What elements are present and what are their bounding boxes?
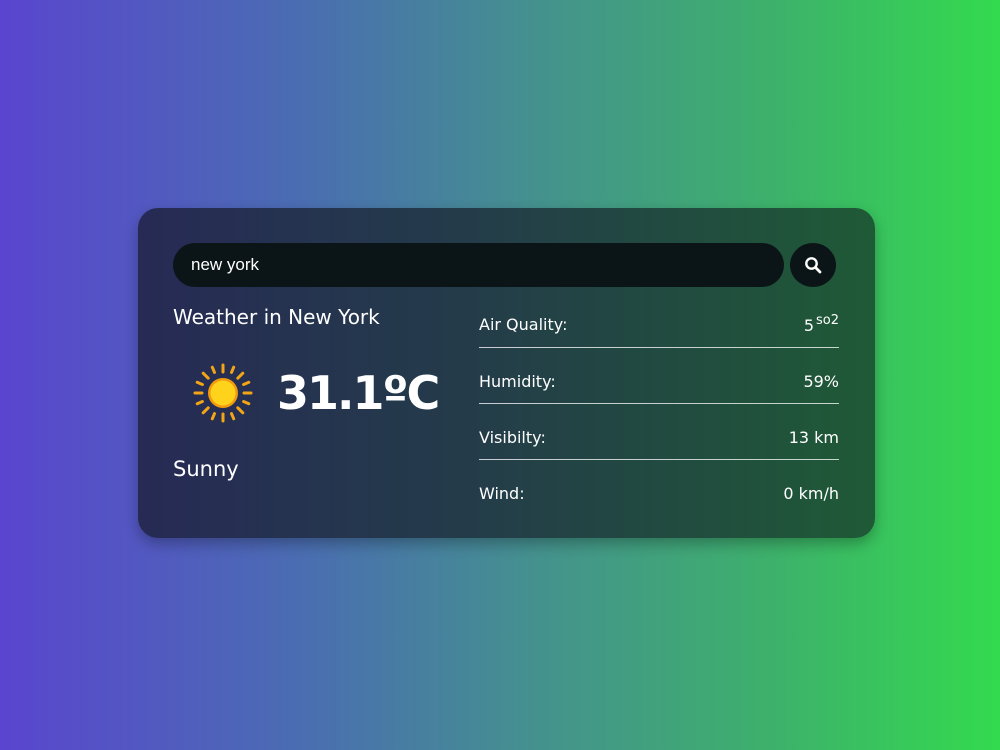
stat-label: Visibilty: — [479, 428, 546, 447]
weather-stats: Air Quality: 5 so2 Humidity: 59% Visibilt… — [479, 305, 839, 527]
stat-label: Wind: — [479, 484, 525, 503]
temperature: 31.1ºC — [277, 366, 440, 420]
stat-label: Humidity: — [479, 372, 556, 391]
current-weather: Weather in New York 31.1ºC Sunny — [173, 305, 453, 481]
stat-value: 0 km/h — [783, 484, 839, 503]
stat-value: 59% — [803, 372, 839, 391]
search-button[interactable] — [790, 243, 836, 287]
city-title: Weather in New York — [173, 305, 380, 329]
stat-value: 5 so2 — [804, 313, 839, 335]
sun-icon — [193, 363, 253, 423]
stat-visibility: Visibilty: 13 km — [479, 416, 839, 460]
search-icon — [805, 257, 822, 274]
weather-card: Weather in New York — [138, 208, 875, 538]
stat-air-quality: Air Quality: 5 so2 — [479, 301, 839, 348]
stat-humidity: Humidity: 59% — [479, 360, 839, 404]
weather-condition: Sunny — [173, 457, 239, 481]
search-input[interactable] — [173, 243, 784, 287]
stat-label: Air Quality: — [479, 314, 568, 334]
search-bar[interactable] — [173, 243, 784, 287]
temperature-row: 31.1ºC — [173, 363, 453, 423]
air-quality-value: 5 — [803, 316, 814, 335]
stat-wind: Wind: 0 km/h — [479, 472, 839, 515]
air-quality-unit: so2 — [816, 313, 839, 328]
stat-value: 13 km — [788, 428, 839, 447]
